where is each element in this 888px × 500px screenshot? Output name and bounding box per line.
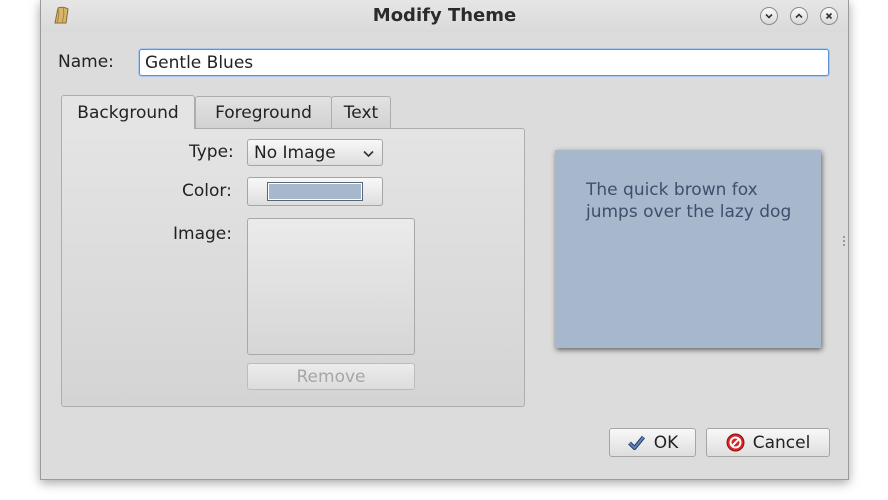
ok-button[interactable]: OK <box>609 428 696 457</box>
checkmark-icon <box>627 435 645 450</box>
chevron-down-icon <box>363 150 374 158</box>
tab-background[interactable]: Background <box>61 95 195 129</box>
cancel-icon <box>726 433 745 452</box>
tab-text[interactable]: Text <box>331 96 391 128</box>
resize-grip-icon[interactable] <box>843 236 846 246</box>
color-button[interactable] <box>247 177 383 206</box>
name-input[interactable] <box>139 49 829 76</box>
ok-label: OK <box>653 432 679 453</box>
type-label: Type: <box>189 142 234 162</box>
preview-text: The quick brown fox jumps over the lazy … <box>586 180 792 222</box>
cancel-label: Cancel <box>752 432 811 453</box>
color-label: Color: <box>182 181 232 201</box>
minimize-button[interactable] <box>760 7 778 25</box>
maximize-icon <box>795 13 803 19</box>
window-title: Modify Theme <box>372 5 517 26</box>
theme-preview: The quick brown fox jumps over the lazy … <box>555 150 821 348</box>
image-label: Image: <box>173 224 232 244</box>
image-drop-area[interactable] <box>247 218 415 355</box>
minimize-icon <box>765 13 773 19</box>
close-button[interactable] <box>820 7 838 25</box>
maximize-button[interactable] <box>790 7 808 25</box>
close-icon <box>825 12 833 20</box>
type-dropdown-value: No Image <box>254 142 336 163</box>
cancel-button[interactable]: Cancel <box>706 428 830 457</box>
name-label: Name: <box>58 52 114 72</box>
modify-theme-dialog: Modify Theme Name: Background Foreground… <box>40 0 849 480</box>
type-dropdown[interactable]: No Image <box>247 139 383 166</box>
tab-foreground[interactable]: Foreground <box>195 96 332 128</box>
title-bar[interactable]: Modify Theme <box>41 0 848 32</box>
remove-image-button[interactable]: Remove <box>247 363 415 390</box>
color-swatch <box>267 182 363 201</box>
